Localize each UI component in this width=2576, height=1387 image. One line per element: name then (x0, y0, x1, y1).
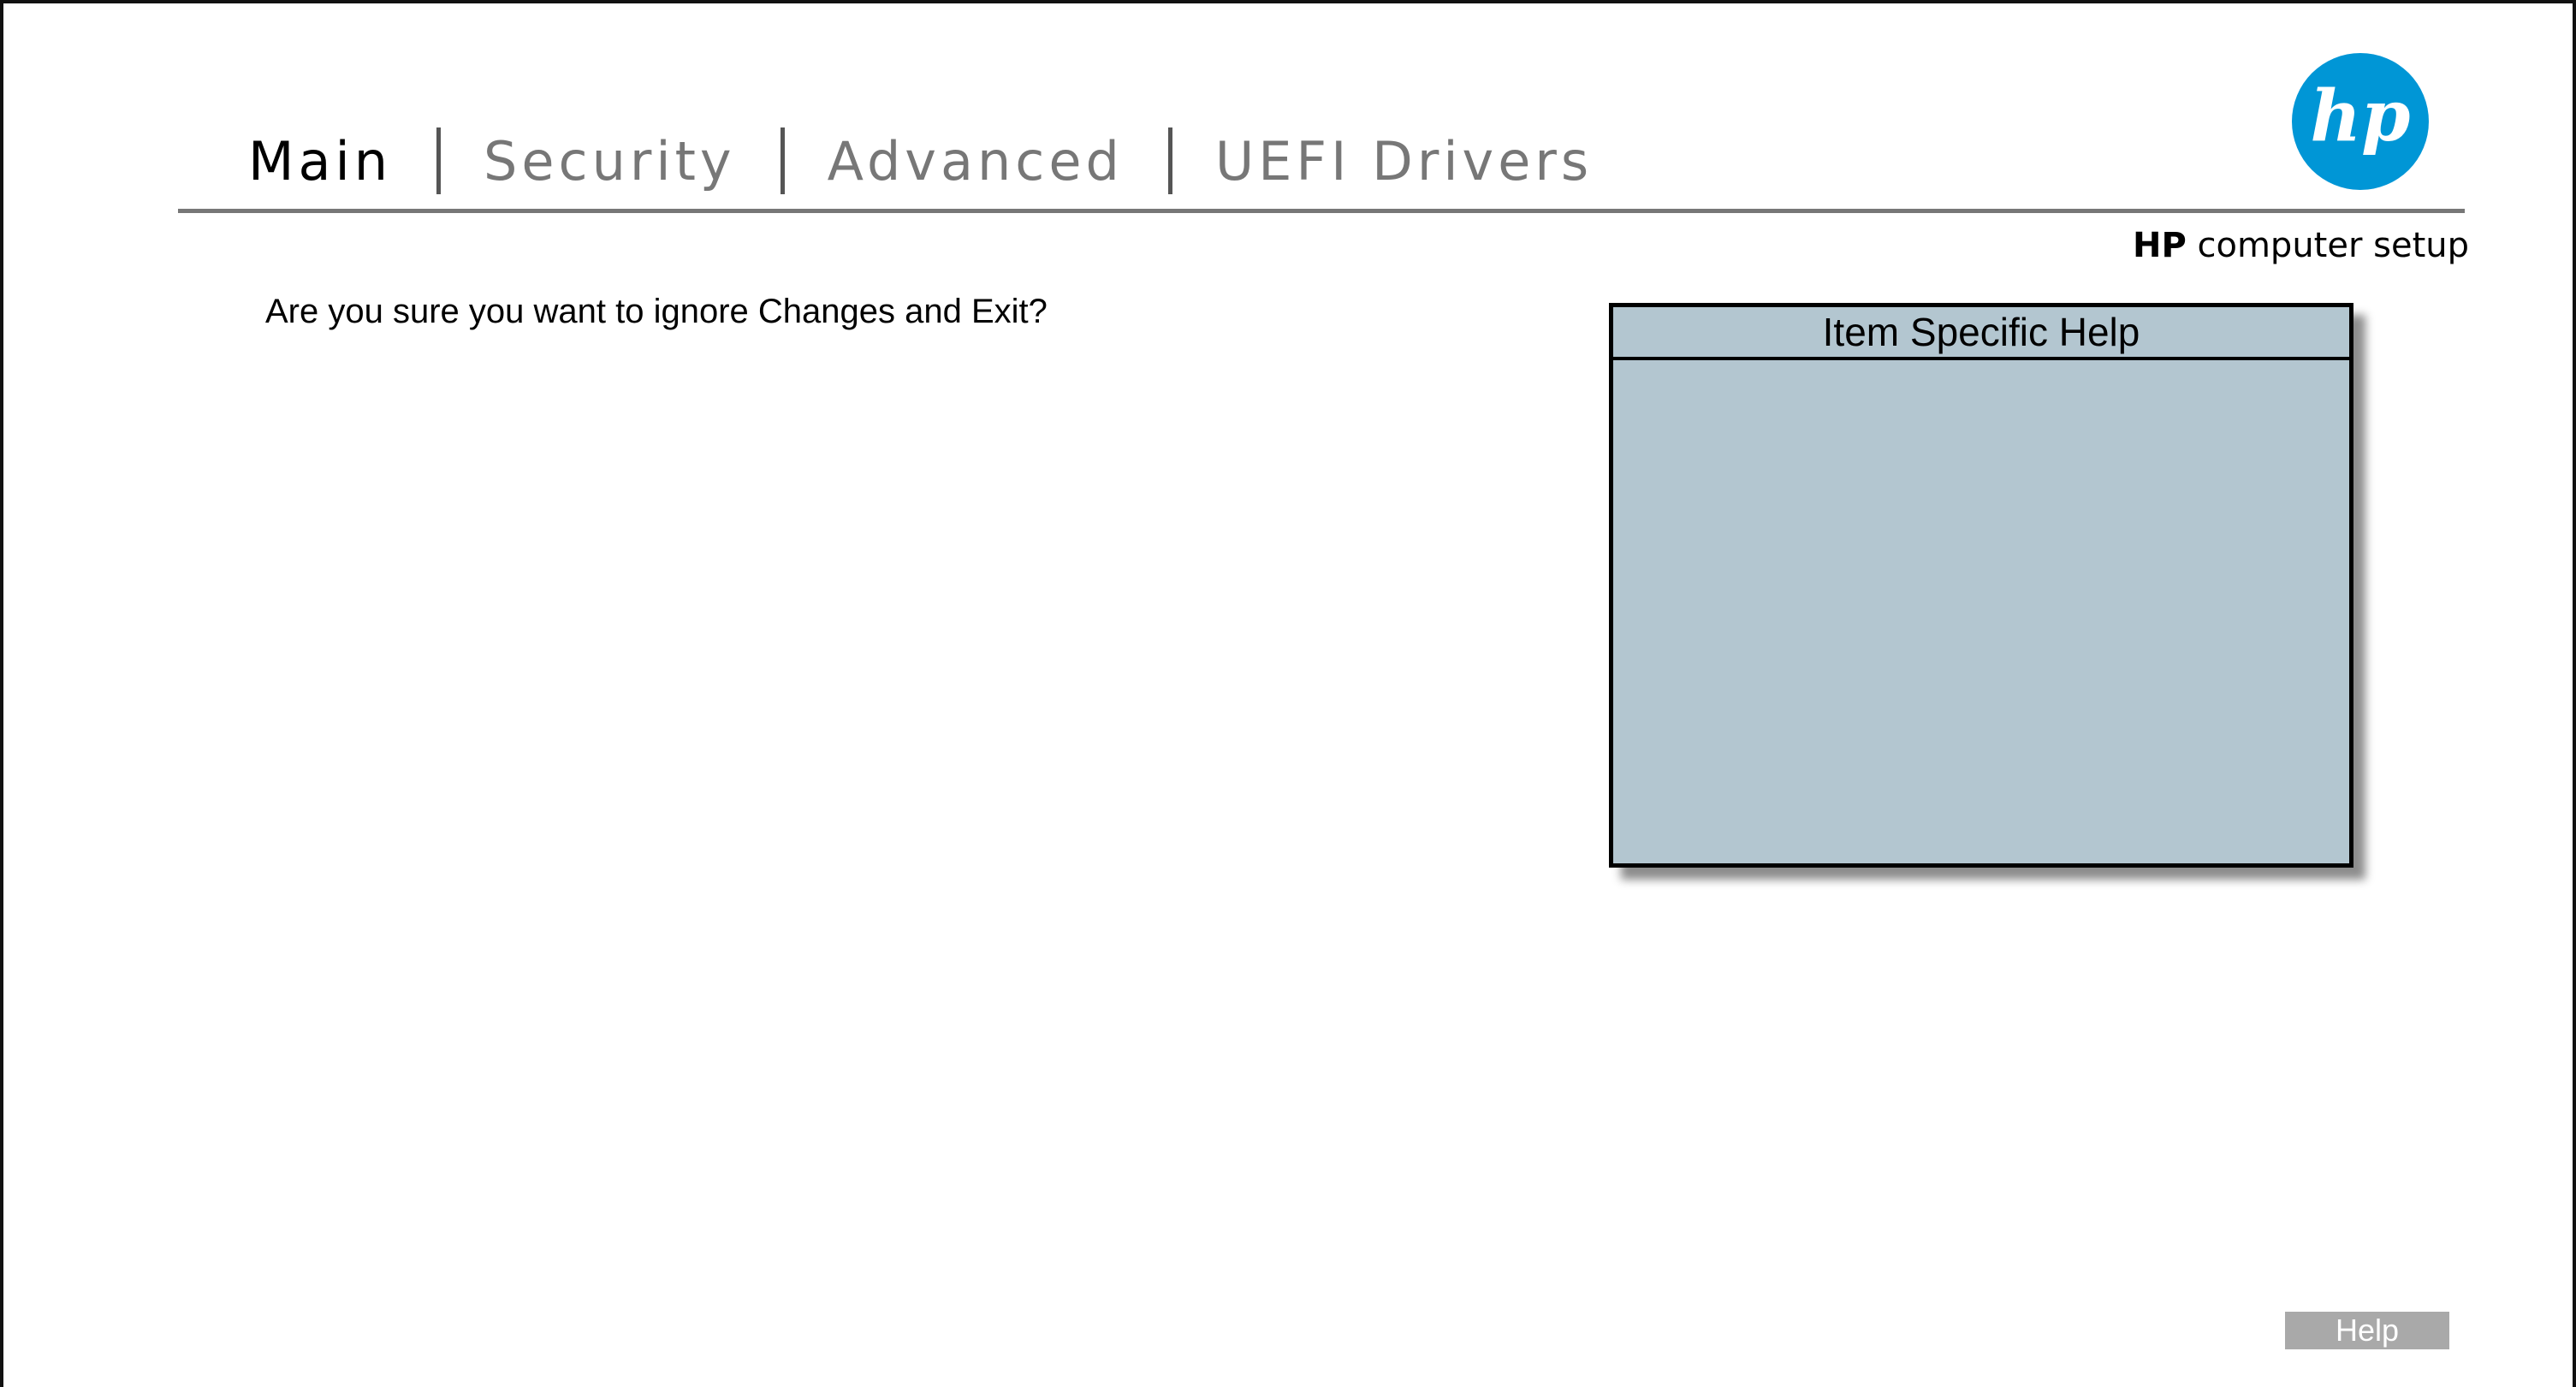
subtitle-brand: HP (2132, 226, 2187, 265)
header-divider (178, 209, 2465, 213)
tab-separator (436, 127, 442, 194)
app-subtitle: HP computer setup (2133, 226, 2469, 265)
subtitle-text: computer setup (2186, 226, 2469, 265)
hp-logo-text: hp (2311, 75, 2411, 157)
tab-separator (1167, 127, 1172, 194)
tab-advanced[interactable]: Advanced (828, 130, 1124, 193)
exit-confirmation-text: Are you sure you want to ignore Changes … (265, 293, 1048, 330)
hp-logo-icon: hp (2292, 53, 2429, 190)
tab-bar: Main Security Advanced UEFI Drivers (248, 127, 1593, 195)
help-button[interactable]: Help (2285, 1312, 2449, 1349)
tab-security[interactable]: Security (484, 130, 736, 193)
tab-uefi-drivers[interactable]: UEFI Drivers (1215, 130, 1593, 193)
help-panel-body (1613, 360, 2349, 863)
tab-main[interactable]: Main (248, 130, 392, 193)
tab-separator (780, 127, 785, 194)
help-panel-title: Item Specific Help (1613, 307, 2349, 360)
item-specific-help-panel: Item Specific Help (1609, 303, 2353, 868)
